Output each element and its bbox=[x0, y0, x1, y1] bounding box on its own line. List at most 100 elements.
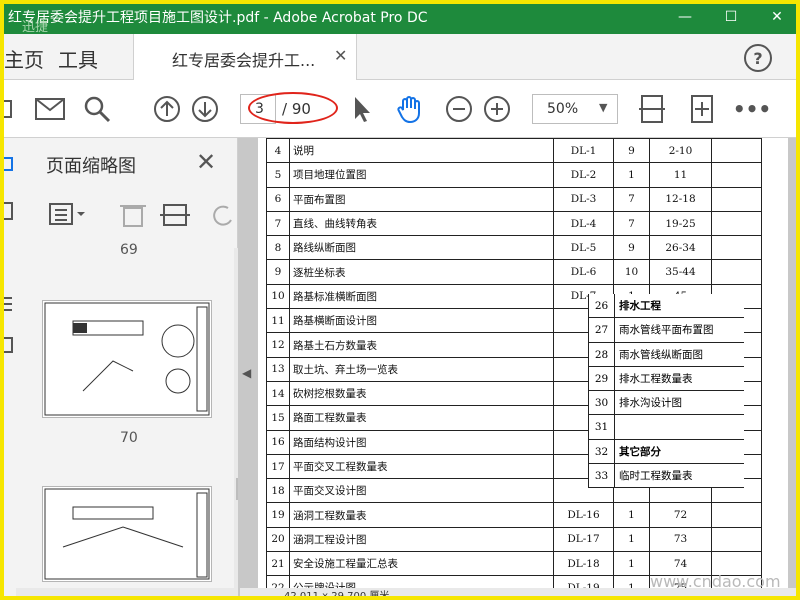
overlay-row-number: 27 bbox=[589, 318, 615, 342]
crop-pages-icon[interactable] bbox=[160, 204, 190, 226]
table-cell-range: 11 bbox=[649, 162, 712, 188]
table-cell-range: 2-10 bbox=[649, 138, 712, 164]
tab-document[interactable]: 红专居委会提升工... ✕ bbox=[133, 34, 357, 80]
page-thumbnails-icon[interactable] bbox=[1, 157, 13, 171]
close-window-button[interactable]: ✕ bbox=[754, 0, 800, 34]
table-cell-pages: 1 bbox=[613, 162, 650, 188]
table-cell-name: 砍树挖根数量表 bbox=[289, 380, 554, 407]
table-cell-n: 19 bbox=[266, 502, 290, 528]
tab-home[interactable]: 主页 bbox=[4, 44, 44, 73]
zoom-out-icon[interactable] bbox=[444, 94, 474, 124]
table-row: 5 项目地理位置图 DL-2 1 11 bbox=[266, 162, 762, 188]
thumb-page-number: 70 bbox=[120, 430, 138, 446]
window-title: 红专居委会提升工程项目施工图设计.pdf - Adobe Acrobat Pro… bbox=[8, 10, 428, 26]
overlay-row-text: 雨水管线纵断面图 bbox=[619, 348, 703, 361]
annotation-ellipse bbox=[248, 92, 338, 124]
table-cell-name: 平面交叉工程数量表 bbox=[289, 453, 554, 480]
search-icon[interactable] bbox=[82, 94, 112, 124]
pdf-page: 4 说明 DL-1 9 2-10 5 项目地理位置图 DL-2 1 11 6 平面布置图 DL-3 7 12… bbox=[258, 138, 788, 590]
table-cell-n: 12 bbox=[266, 332, 290, 358]
table-cell-n: 6 bbox=[266, 186, 290, 212]
overlay-row-text bbox=[615, 415, 619, 438]
overlay-row: 26 排水工程 bbox=[589, 294, 744, 319]
prev-page-icon[interactable] bbox=[152, 94, 182, 124]
overlay-row: 32 其它部分 bbox=[589, 439, 744, 465]
fit-page-icon[interactable] bbox=[638, 94, 666, 124]
table-cell-name: 平面布置图 bbox=[289, 186, 554, 212]
table-cell-n: 18 bbox=[266, 478, 290, 504]
table-cell-n: 21 bbox=[266, 551, 290, 577]
zoom-in-icon[interactable] bbox=[482, 94, 512, 124]
table-cell-name: 路基土石方数量表 bbox=[289, 332, 554, 358]
table-cell-empty bbox=[711, 138, 762, 164]
options-menu-icon[interactable] bbox=[49, 203, 85, 225]
table-cell-n: 16 bbox=[266, 429, 290, 455]
panel-tools bbox=[46, 200, 236, 230]
mail-icon[interactable] bbox=[34, 94, 66, 124]
page-thumbnail[interactable] bbox=[42, 486, 212, 582]
table-cell-empty bbox=[711, 259, 762, 285]
maximize-button[interactable]: ☐ bbox=[708, 0, 754, 34]
table-cell-name: 涵洞工程设计图 bbox=[289, 526, 554, 553]
save-icon[interactable] bbox=[0, 94, 14, 124]
overlay-row-number: 29 bbox=[589, 366, 615, 391]
table-cell-n: 13 bbox=[266, 356, 290, 382]
table-cell-code: DL-18 bbox=[553, 551, 614, 577]
thumbnail-panel: 页面缩略图 ✕ 69 70 bbox=[16, 138, 250, 600]
table-cell-pages: 9 bbox=[613, 138, 650, 164]
table-cell-name: 路面工程数量表 bbox=[289, 405, 554, 431]
overlay-row: 33 临时工程数量表 bbox=[589, 464, 744, 489]
table-cell-n: 20 bbox=[266, 526, 290, 553]
table-row: 4 说明 DL-1 9 2-10 bbox=[266, 138, 762, 164]
table-cell-n: 7 bbox=[266, 210, 290, 237]
table-cell-n: 11 bbox=[266, 308, 290, 334]
table-cell-name: 路线纵断面图 bbox=[289, 235, 554, 261]
close-panel-icon[interactable]: ✕ bbox=[196, 148, 216, 176]
table-cell-name: 逐桩坐标表 bbox=[289, 259, 554, 285]
zoom-select[interactable]: 50% ▼ bbox=[532, 94, 618, 124]
next-page-icon[interactable] bbox=[190, 94, 220, 124]
collapse-panel-icon[interactable]: ◀ bbox=[242, 366, 251, 380]
table-row: 19 涵洞工程数量表 DL-16 1 72 bbox=[266, 502, 762, 528]
attachments-icon[interactable] bbox=[1, 337, 13, 353]
help-icon[interactable]: ? bbox=[744, 44, 772, 72]
overlay-row-number: 26 bbox=[589, 294, 615, 318]
table-cell-name: 安全设施工程量汇总表 bbox=[289, 551, 554, 577]
table-cell-n: 10 bbox=[266, 283, 290, 310]
page-thumbnail[interactable] bbox=[42, 300, 212, 418]
table-cell-n: 14 bbox=[266, 380, 290, 407]
table-cell-code: DL-5 bbox=[553, 235, 614, 261]
table-cell-code: DL-6 bbox=[553, 259, 614, 285]
table-cell-range: 19-25 bbox=[649, 210, 712, 237]
table-cell-name: 路基标准横断面图 bbox=[289, 283, 554, 310]
site-watermark: www.cndao.com bbox=[650, 572, 781, 591]
full-screen-icon[interactable] bbox=[688, 94, 716, 124]
table-cell-code: DL-17 bbox=[553, 526, 614, 553]
more-options-icon[interactable]: ••• bbox=[733, 94, 771, 124]
thumbnail-hscrollbar[interactable] bbox=[16, 588, 238, 600]
table-cell-pages: 1 bbox=[613, 551, 650, 577]
table-cell-empty bbox=[711, 210, 762, 237]
minimize-button[interactable]: — bbox=[662, 0, 708, 34]
overlay-row: 29 排水工程数量表 bbox=[589, 366, 744, 392]
tab-tools[interactable]: 工具 bbox=[58, 44, 98, 73]
table-cell-range: 72 bbox=[649, 502, 712, 528]
hand-tool-icon[interactable] bbox=[394, 94, 426, 124]
table-cell-empty bbox=[711, 186, 762, 212]
table-cell-range: 26-34 bbox=[649, 235, 712, 261]
thumb-page-number: 69 bbox=[120, 242, 138, 258]
table-cell-range: 35-44 bbox=[649, 259, 712, 285]
overlay-row-text: 排水沟设计图 bbox=[619, 397, 682, 410]
delete-icon[interactable] bbox=[120, 205, 146, 227]
table-cell-n: 9 bbox=[266, 259, 290, 285]
close-icon[interactable]: ✕ bbox=[334, 46, 347, 65]
table-cell-name: 路面结构设计图 bbox=[289, 429, 554, 455]
overlay-row: 27 雨水管线平面布置图 bbox=[589, 318, 744, 343]
table-cell-name: 取土坑、弃土场一览表 bbox=[289, 356, 554, 382]
table-cell-pages: 9 bbox=[613, 235, 650, 261]
select-cursor-icon[interactable] bbox=[350, 94, 374, 124]
rotate-icon[interactable] bbox=[213, 205, 232, 226]
table-cell-name: 说明 bbox=[289, 138, 554, 164]
bookmarks-icon[interactable] bbox=[1, 202, 13, 220]
layers-icon[interactable] bbox=[2, 297, 12, 311]
